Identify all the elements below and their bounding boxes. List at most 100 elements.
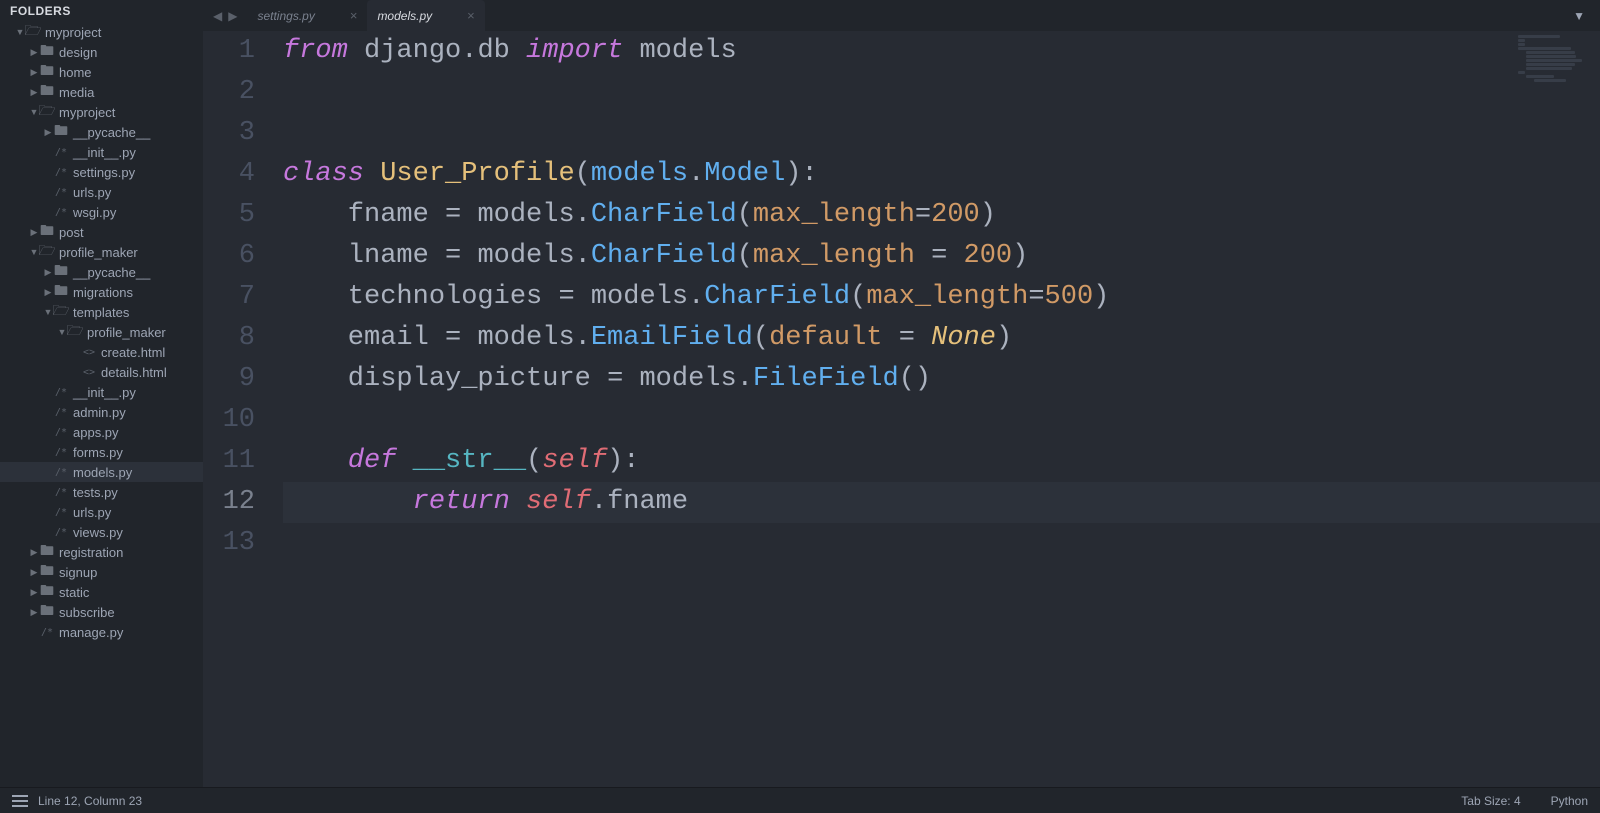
tree-item[interactable]: ▶ subscribe [0, 602, 203, 622]
code-line[interactable]: from django.db import models [283, 31, 1600, 72]
tree-item[interactable]: /*manage.py [0, 622, 203, 642]
code-line[interactable]: return self.fname [283, 482, 1600, 523]
tree-item[interactable]: /*settings.py [0, 162, 203, 182]
tree-item[interactable]: /*urls.py [0, 182, 203, 202]
tree-item[interactable]: /*wsgi.py [0, 202, 203, 222]
chevron-right-icon[interactable]: ▶ [28, 607, 40, 618]
python-file-icon: /* [54, 385, 68, 399]
tree-item[interactable]: /*apps.py [0, 422, 203, 442]
code-line[interactable] [283, 523, 1600, 564]
chevron-right-icon[interactable]: ▶ [28, 567, 40, 578]
line-number: 2 [203, 72, 255, 113]
tree-item[interactable]: /*forms.py [0, 442, 203, 462]
tree-item[interactable]: ▼profile_maker [0, 242, 203, 262]
folder-open-icon [26, 25, 40, 39]
tree-item[interactable]: /*urls.py [0, 502, 203, 522]
tree-item[interactable]: ▶post [0, 222, 203, 242]
close-icon[interactable]: × [467, 8, 475, 23]
code-line[interactable] [283, 400, 1600, 441]
folder-sidebar: FOLDERS ▼myproject▶design▶home▶media▼myp… [0, 0, 203, 787]
menu-icon[interactable] [12, 795, 28, 807]
tree-item[interactable]: <> details.html [0, 362, 203, 382]
folder-icon [40, 45, 54, 59]
tree-item-label: media [59, 85, 94, 100]
code-line[interactable] [283, 113, 1600, 154]
tree-item[interactable]: ▶migrations [0, 282, 203, 302]
chevron-right-icon[interactable]: ▶ [28, 587, 40, 598]
tree-item[interactable]: /*admin.py [0, 402, 203, 422]
code-content[interactable]: from django.db import models class User_P… [273, 31, 1600, 787]
editor-tab[interactable]: models.py× [367, 0, 484, 31]
tree-item[interactable]: ▶__pycache__ [0, 262, 203, 282]
folder-icon [40, 85, 54, 99]
tree-item[interactable]: /* __init__.py [0, 382, 203, 402]
status-bar: Line 12, Column 23 Tab Size: 4 Python [0, 787, 1600, 813]
python-file-icon: /* [54, 145, 68, 159]
tree-item[interactable]: ▶ design [0, 42, 203, 62]
close-icon[interactable]: × [350, 8, 358, 23]
python-file-icon: /* [54, 185, 68, 199]
folder-open-icon [40, 245, 54, 259]
chevron-right-icon[interactable]: ▶ [28, 227, 40, 238]
code-editor[interactable]: 12345678910111213 from django.db import … [203, 31, 1600, 787]
folder-icon [40, 65, 54, 79]
tab-size-indicator[interactable]: Tab Size: 4 [1461, 794, 1520, 808]
python-file-icon: /* [54, 505, 68, 519]
tree-item[interactable]: ▼myproject [0, 102, 203, 122]
chevron-right-icon[interactable]: ▶ [42, 127, 54, 138]
line-number: 8 [203, 318, 255, 359]
tree-item-label: __init__.py [73, 385, 136, 400]
tab-overflow-icon[interactable]: ▼ [1573, 0, 1600, 31]
tree-item-label: settings.py [73, 165, 135, 180]
language-indicator[interactable]: Python [1551, 794, 1588, 808]
tree-item[interactable]: ▶signup [0, 562, 203, 582]
line-number-gutter: 12345678910111213 [203, 31, 273, 787]
tree-item-label: details.html [101, 365, 167, 380]
line-number: 11 [203, 441, 255, 482]
tree-item[interactable]: ▶ registration [0, 542, 203, 562]
code-line[interactable]: fname = models.CharField(max_length=200) [283, 195, 1600, 236]
chevron-right-icon[interactable]: ▶ [28, 67, 40, 78]
chevron-right-icon[interactable]: ▶ [28, 47, 40, 58]
nav-forward-icon[interactable]: ▶ [228, 9, 237, 23]
tree-item[interactable]: ▶ media [0, 82, 203, 102]
line-number: 9 [203, 359, 255, 400]
tree-item[interactable]: /*models.py [0, 462, 203, 482]
html-file-icon: <> [82, 365, 96, 379]
tree-item[interactable]: /*__init__.py [0, 142, 203, 162]
tab-history-nav[interactable]: ◀ ▶ [203, 0, 247, 31]
editor-tab[interactable]: settings.py× [247, 0, 367, 31]
chevron-right-icon[interactable]: ▶ [28, 87, 40, 98]
chevron-right-icon[interactable]: ▶ [42, 287, 54, 298]
tree-item[interactable]: ▼templates [0, 302, 203, 322]
code-line[interactable]: display_picture = models.FileField() [283, 359, 1600, 400]
line-number: 10 [203, 400, 255, 441]
tree-item-label: subscribe [59, 605, 115, 620]
tree-item[interactable]: ▶ __pycache__ [0, 122, 203, 142]
folder-icon [54, 265, 68, 279]
tree-item-label: templates [73, 305, 129, 320]
tree-item[interactable]: ▶static [0, 582, 203, 602]
python-file-icon: /* [54, 525, 68, 539]
nav-back-icon[interactable]: ◀ [213, 9, 222, 23]
code-line[interactable]: email = models.EmailField(default = None… [283, 318, 1600, 359]
tree-item-label: myproject [59, 105, 115, 120]
tree-item-label: __pycache__ [73, 125, 150, 140]
tree-item[interactable]: ▶home [0, 62, 203, 82]
minimap[interactable] [1518, 35, 1588, 95]
code-line[interactable]: def __str__(self): [283, 441, 1600, 482]
tree-item[interactable]: ▼profile_maker [0, 322, 203, 342]
tree-item[interactable]: <>create.html [0, 342, 203, 362]
code-line[interactable]: technologies = models.CharField(max_leng… [283, 277, 1600, 318]
code-line[interactable] [283, 72, 1600, 113]
tree-item[interactable]: ▼myproject [0, 22, 203, 42]
chevron-right-icon[interactable]: ▶ [28, 547, 40, 558]
code-line[interactable]: lname = models.CharField(max_length = 20… [283, 236, 1600, 277]
code-line[interactable]: class User_Profile(models.Model): [283, 154, 1600, 195]
chevron-right-icon[interactable]: ▶ [42, 267, 54, 278]
cursor-position[interactable]: Line 12, Column 23 [38, 794, 142, 808]
tree-item[interactable]: /*views.py [0, 522, 203, 542]
tree-item-label: registration [59, 545, 123, 560]
tree-item[interactable]: /*tests.py [0, 482, 203, 502]
tree-item-label: design [59, 45, 97, 60]
